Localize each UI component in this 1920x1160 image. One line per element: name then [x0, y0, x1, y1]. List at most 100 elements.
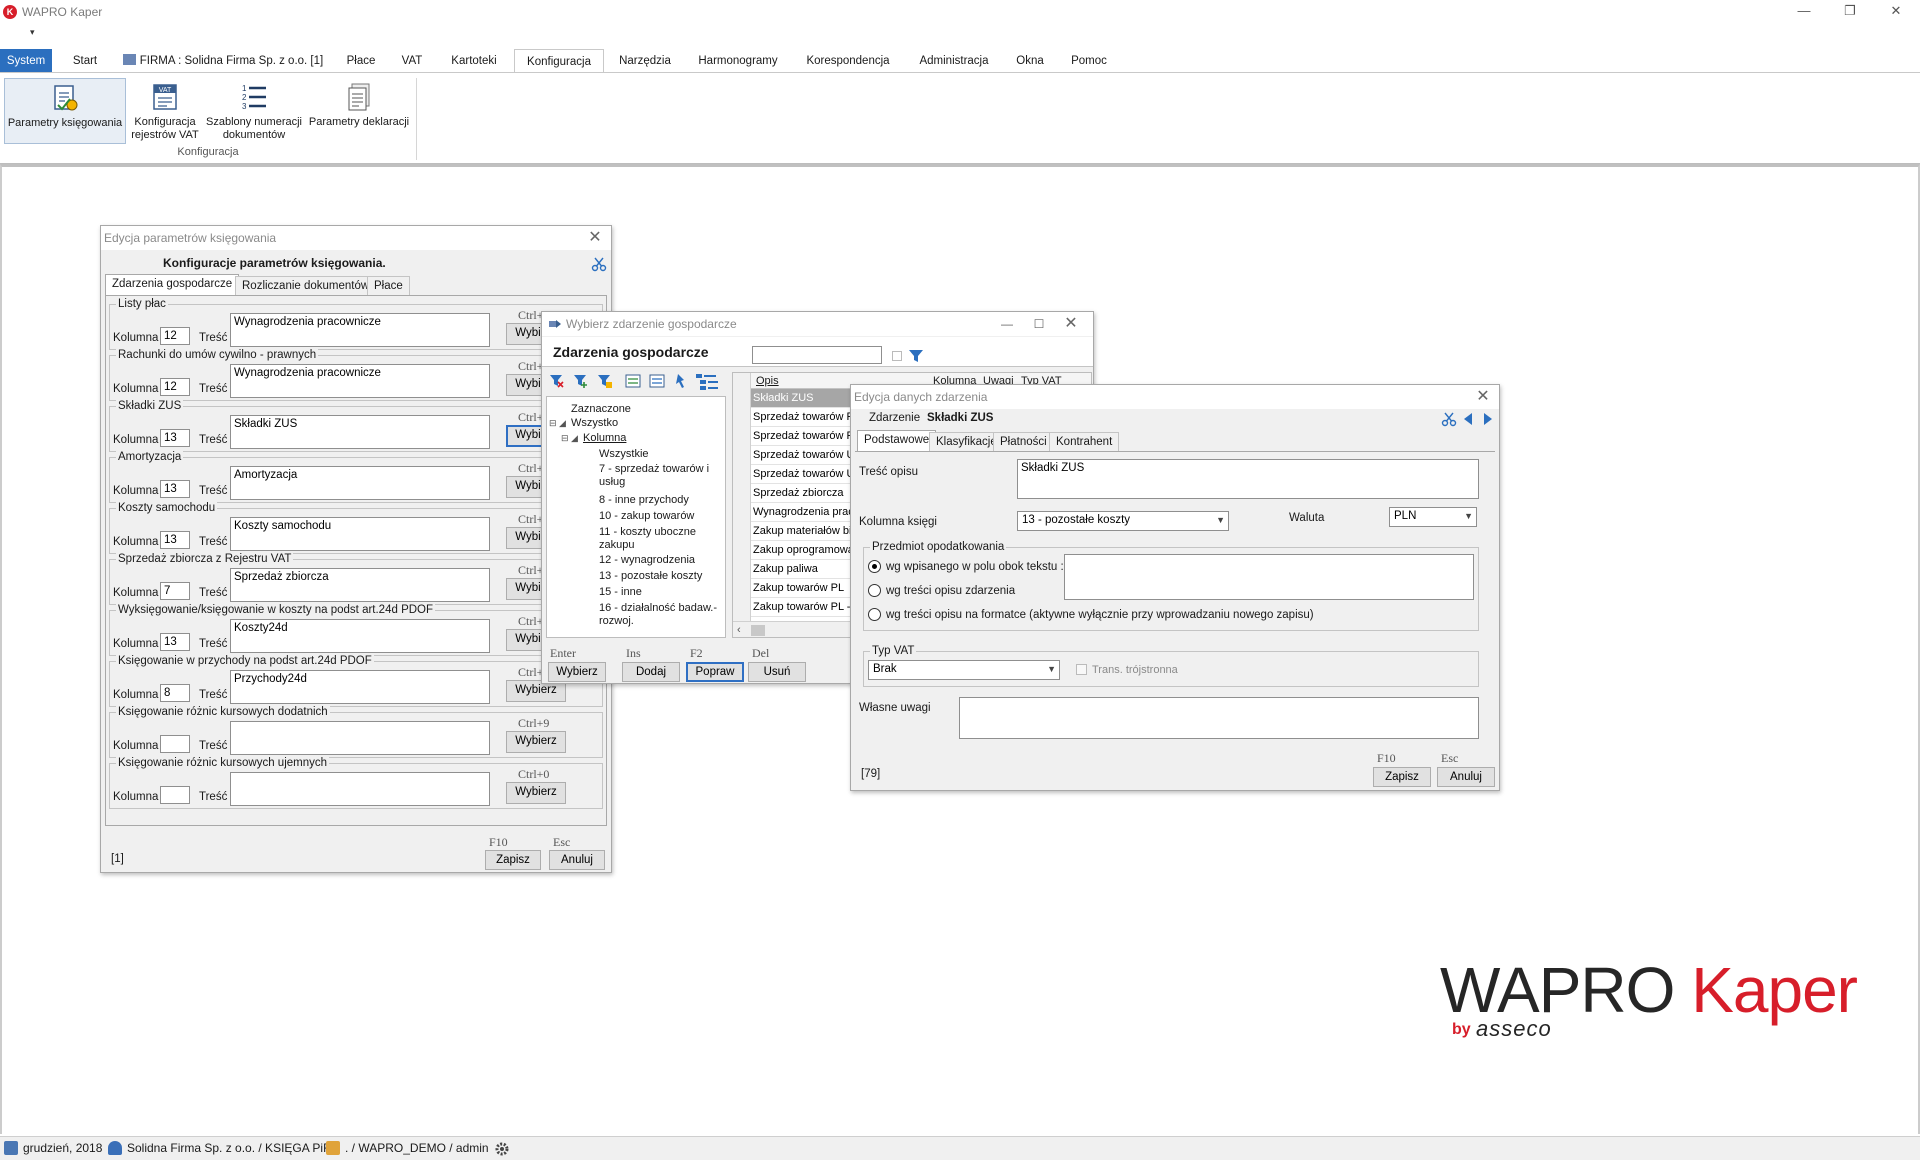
list-row[interactable]: Sprzedaż zbiorcza — [751, 484, 855, 503]
content-input[interactable]: Składki ZUS — [230, 415, 490, 449]
tax-subject-text-input[interactable] — [1064, 554, 1474, 600]
szablony-numeracji-button[interactable]: 123 Szablony numeracji dokumentów — [204, 78, 304, 144]
column-input[interactable]: 8 — [160, 684, 190, 702]
next-record-icon[interactable] — [1481, 411, 1495, 427]
tab-harmonogramy[interactable]: Harmonogramy — [690, 49, 786, 73]
konfiguracja-rejestrow-vat-button[interactable]: VAT Konfiguracja rejestrów VAT — [128, 78, 202, 144]
tree-item[interactable]: 12 - wynagrodzenia — [599, 554, 695, 567]
content-input[interactable]: Sprzedaż zbiorcza — [230, 568, 490, 602]
list-row[interactable]: Zakup towarów PL - i — [751, 598, 855, 617]
tab-kartoteki[interactable]: Kartoteki — [442, 49, 506, 73]
column-input[interactable] — [160, 735, 190, 753]
tree-toggle-icon[interactable]: ⊟ ◢ — [561, 432, 578, 445]
tab-vat[interactable]: VAT — [392, 49, 432, 73]
cancel-button[interactable]: Anuluj — [1437, 767, 1495, 787]
close-icon[interactable]: ✕ — [1473, 385, 1493, 409]
tree-item[interactable]: 16 - działalność badaw.-rozwoj. — [599, 602, 717, 628]
close-icon[interactable]: ✕ — [585, 226, 605, 250]
tree-item[interactable]: 10 - zakup towarów — [599, 510, 694, 523]
close-button[interactable]: ✕ — [1882, 2, 1910, 20]
tab-platnosci[interactable]: Płatności — [993, 432, 1054, 452]
column-input[interactable]: 12 — [160, 327, 190, 345]
description-input[interactable]: Składki ZUS — [1017, 459, 1479, 499]
tree-toggle-icon[interactable]: ⊟ ◢ — [549, 417, 566, 430]
list-row[interactable]: Zakup oprogramowan — [751, 541, 855, 560]
add-event-button[interactable]: Dodaj — [622, 662, 680, 682]
list-row[interactable]: Sprzedaż towarów PL — [751, 408, 855, 427]
minimize-icon[interactable]: — — [997, 312, 1017, 336]
database-status[interactable]: . / WAPRO_DEMO / admin — [326, 1141, 489, 1155]
search-checkbox[interactable] — [892, 351, 902, 361]
list-row[interactable]: Sprzedaż towarów UE — [751, 446, 855, 465]
choose-event-button[interactable]: Wybierz — [548, 662, 606, 682]
list-row[interactable]: Zakup paliwa — [751, 560, 855, 579]
filter-icon[interactable] — [908, 348, 924, 364]
tab-podstawowe[interactable]: Podstawowe — [857, 430, 937, 451]
tab-administracja[interactable]: Administracja — [910, 49, 998, 73]
list-row[interactable]: Wynagrodzenia prac — [751, 503, 855, 522]
cancel-button[interactable]: Anuluj — [549, 850, 605, 870]
minimize-button[interactable]: — — [1790, 2, 1818, 20]
content-input[interactable] — [230, 721, 490, 755]
tab-korespondencja[interactable]: Korespondencja — [798, 49, 898, 73]
scissors-icon[interactable] — [1441, 411, 1457, 427]
choose-button[interactable]: Wybierz — [506, 731, 566, 753]
tax-option-radio[interactable] — [868, 608, 881, 621]
tree-item[interactable]: Wszystko — [571, 417, 618, 430]
close-icon[interactable]: ✕ — [1061, 312, 1081, 336]
tab-start[interactable]: Start — [62, 49, 108, 73]
previous-record-icon[interactable] — [1461, 411, 1475, 427]
column-select[interactable]: 13 - pozostałe koszty ▼ — [1017, 511, 1229, 531]
triangular-checkbox[interactable] — [1076, 664, 1087, 675]
save-button[interactable]: Zapisz — [485, 850, 541, 870]
notes-input[interactable] — [959, 697, 1479, 739]
tab-narzedzia[interactable]: Narzędzia — [612, 49, 678, 73]
tree-item[interactable]: 8 - inne przychody — [599, 494, 689, 507]
content-input[interactable]: Amortyzacja — [230, 466, 490, 500]
tab-kontrahent[interactable]: Kontrahent — [1049, 432, 1120, 452]
choose-button[interactable]: Wybierz — [506, 782, 566, 804]
tree-item[interactable]: 11 - koszty uboczne zakupu — [599, 526, 717, 552]
scrollbar-thumb[interactable] — [751, 625, 765, 636]
company-status[interactable]: Solidna Firma Sp. z o.o. / KSIĘGA PiR — [108, 1141, 332, 1155]
events-search-input[interactable] — [752, 346, 882, 364]
column-input[interactable]: 7 — [160, 582, 190, 600]
column-header-opis[interactable]: Opis — [756, 374, 779, 388]
restore-button[interactable]: ❐ — [1836, 2, 1864, 20]
column-input[interactable]: 13 — [160, 531, 190, 549]
tab-pomoc[interactable]: Pomoc — [1062, 49, 1116, 73]
tree-item[interactable]: Zaznaczone — [571, 403, 631, 416]
column-input[interactable]: 13 — [160, 633, 190, 651]
content-input[interactable] — [230, 772, 490, 806]
parametry-ksiegowania-button[interactable]: Parametry księgowania — [4, 78, 126, 144]
delete-event-button[interactable]: Usuń — [748, 662, 806, 682]
parametry-deklaracji-button[interactable]: Parametry deklaracji — [306, 78, 412, 144]
maximize-icon[interactable]: ☐ — [1029, 312, 1049, 336]
scroll-left-icon[interactable]: ‹ — [737, 623, 741, 637]
tab-place[interactable]: Płace — [340, 49, 382, 73]
tree-item[interactable]: 13 - pozostałe koszty — [599, 570, 702, 583]
tree-item[interactable]: 15 - inne — [599, 586, 642, 599]
tab-place[interactable]: Płace — [367, 276, 410, 296]
tab-zdarzenia-gospodarcze[interactable]: Zdarzenia gospodarcze — [105, 274, 240, 295]
content-input[interactable]: Przychody24d — [230, 670, 490, 704]
list-row[interactable]: Zakup towarów PL — [751, 579, 855, 598]
column-input[interactable]: 13 — [160, 429, 190, 447]
column-input[interactable]: 12 — [160, 378, 190, 396]
content-input[interactable]: Wynagrodzenia pracownicze — [230, 364, 490, 398]
gear-icon[interactable] — [494, 1141, 510, 1160]
quick-access-dropdown-icon[interactable]: ▾ — [30, 27, 35, 38]
edit-event-button[interactable]: Popraw — [686, 662, 744, 682]
tree-item[interactable]: Kolumna — [583, 432, 626, 445]
list-row[interactable]: Zakup materiałów biu — [751, 522, 855, 541]
list-row[interactable]: Sprzedaż towarów PL — [751, 427, 855, 446]
column-input[interactable] — [160, 786, 190, 804]
content-input[interactable]: Koszty samochodu — [230, 517, 490, 551]
tab-konfiguracja[interactable]: Konfiguracja — [514, 49, 604, 73]
scissors-icon[interactable] — [591, 256, 607, 272]
tax-option-radio[interactable] — [868, 560, 881, 573]
tab-rozliczanie-dokumentow[interactable]: Rozliczanie dokumentów — [235, 276, 377, 296]
tab-firma[interactable]: FIRMA : Solidna Firma Sp. z o.o. [1] — [116, 49, 330, 73]
currency-select[interactable]: PLN ▼ — [1389, 507, 1477, 527]
period-status[interactable]: grudzień, 2018 — [4, 1141, 102, 1155]
